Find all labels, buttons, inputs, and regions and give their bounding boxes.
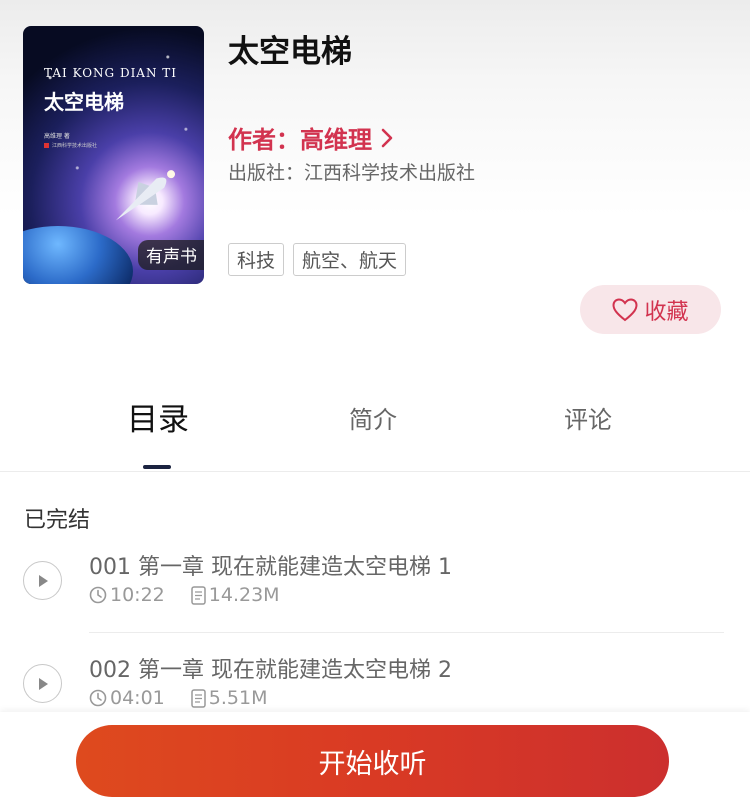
cover-chinese-title: 太空电梯 [44, 90, 124, 114]
file-size-text: 5.51M [208, 687, 268, 709]
tag-list: 科技 航空、航天 [228, 243, 407, 276]
file-size-text: 14.23M [208, 584, 280, 606]
author-link[interactable]: 作者：高维理 [228, 120, 394, 155]
tabs-divider [0, 471, 750, 472]
episode-title: 001 第一章 现在就能建造太空电梯 1 [89, 555, 452, 580]
play-icon [38, 574, 48, 587]
tab-catalog[interactable]: 目录 [98, 394, 218, 439]
book-cover[interactable]: TAI KONG DIAN TI 太空电梯 高维理 著 江西科学技术出版社 有声… [23, 26, 204, 284]
file-size: 14.23M [191, 584, 280, 606]
duration-text: 04:01 [110, 687, 165, 709]
publisher-text: 出版社：江西科学技术出版社 [228, 162, 476, 184]
tag-chip[interactable]: 科技 [228, 243, 285, 276]
play-button[interactable] [23, 561, 62, 600]
completion-status: 已完结 [24, 508, 91, 533]
active-tab-indicator [143, 465, 171, 469]
play-button[interactable] [23, 664, 62, 703]
cover-publisher: 江西科学技术出版社 [44, 142, 97, 149]
duration: 10:22 [89, 584, 165, 606]
cover-author: 高维理 著 [44, 133, 70, 140]
chevron-right-icon [381, 128, 393, 147]
book-title: 太空电梯 [228, 34, 352, 70]
episode-divider [89, 632, 724, 633]
audiobook-badge: 有声书 [138, 240, 204, 270]
file-icon [191, 688, 206, 708]
favorite-label: 收藏 [644, 299, 689, 325]
episode-row[interactable]: 001 第一章 现在就能建造太空电梯 1 10:22 14.23M [0, 540, 750, 640]
episode-meta: 04:01 5.51M [89, 687, 293, 709]
favorite-button[interactable]: 收藏 [580, 285, 721, 334]
tab-comments[interactable]: 评论 [528, 400, 648, 435]
tag-chip[interactable]: 航空、航天 [293, 243, 407, 276]
start-listening-button[interactable]: 开始收听 [76, 725, 669, 797]
episode-meta: 10:22 14.23M [89, 584, 306, 606]
clock-icon [89, 586, 107, 604]
cover-english-title: TAI KONG DIAN TI [44, 66, 178, 80]
file-icon [191, 585, 206, 605]
play-icon [38, 677, 48, 690]
duration: 04:01 [89, 687, 165, 709]
heart-outline-icon [612, 297, 638, 321]
tab-bar: 目录 简介 评论 [0, 390, 750, 471]
author-name: 作者：高维理 [228, 126, 372, 154]
bottom-action-bar: 开始收听 [0, 712, 750, 811]
duration-text: 10:22 [110, 584, 165, 606]
file-size: 5.51M [191, 687, 268, 709]
episode-title: 002 第一章 现在就能建造太空电梯 2 [89, 658, 452, 683]
clock-icon [89, 689, 107, 707]
tab-intro[interactable]: 简介 [313, 400, 433, 435]
